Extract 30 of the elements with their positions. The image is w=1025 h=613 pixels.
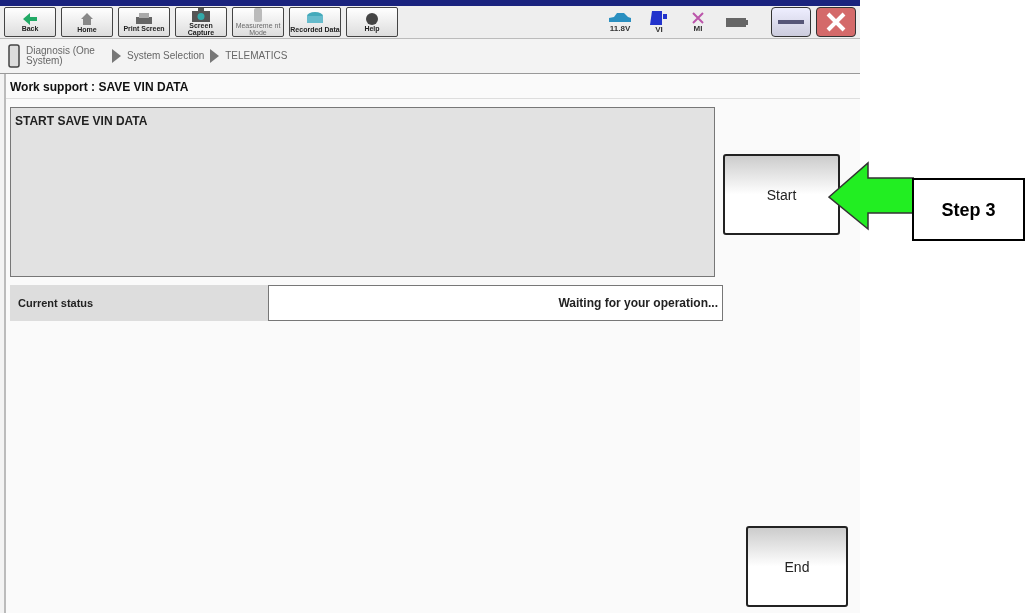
breadcrumb-item[interactable]: TELEMATICS [225, 51, 288, 61]
minimize-icon [778, 20, 804, 24]
house-icon [80, 11, 94, 26]
help-icon [366, 12, 378, 25]
battery-icon [726, 17, 748, 27]
printer-icon [135, 12, 153, 25]
interface-device-icon [650, 10, 668, 25]
camera-icon [192, 8, 210, 22]
close-button[interactable] [816, 7, 856, 37]
indicator-label: 11.8V [609, 23, 631, 33]
device-icon [8, 44, 20, 68]
triangle-icon [210, 49, 220, 63]
start-button[interactable]: Start [723, 154, 840, 235]
back-arrow-icon [23, 12, 37, 25]
cross-icon [692, 11, 704, 24]
end-button[interactable]: End [746, 526, 848, 607]
indicator-label: MI [693, 23, 703, 33]
breadcrumb-item[interactable]: Diagnosis (One System) [26, 46, 106, 66]
indicator-label: VI [655, 24, 663, 34]
status-value: Waiting for your operation... [268, 285, 723, 321]
data-icon [306, 11, 324, 26]
close-icon [825, 11, 847, 33]
page-title: Work support : SAVE VIN DATA [6, 74, 860, 99]
status-label: Current status [10, 285, 268, 321]
car-icon [608, 11, 632, 24]
breadcrumb-item[interactable]: System Selection [127, 51, 205, 61]
minimize-button[interactable] [771, 7, 811, 37]
triangle-icon [112, 49, 121, 63]
step-callout: Step 3 [912, 178, 1025, 241]
message-panel: START SAVE VIN DATA [10, 107, 715, 277]
